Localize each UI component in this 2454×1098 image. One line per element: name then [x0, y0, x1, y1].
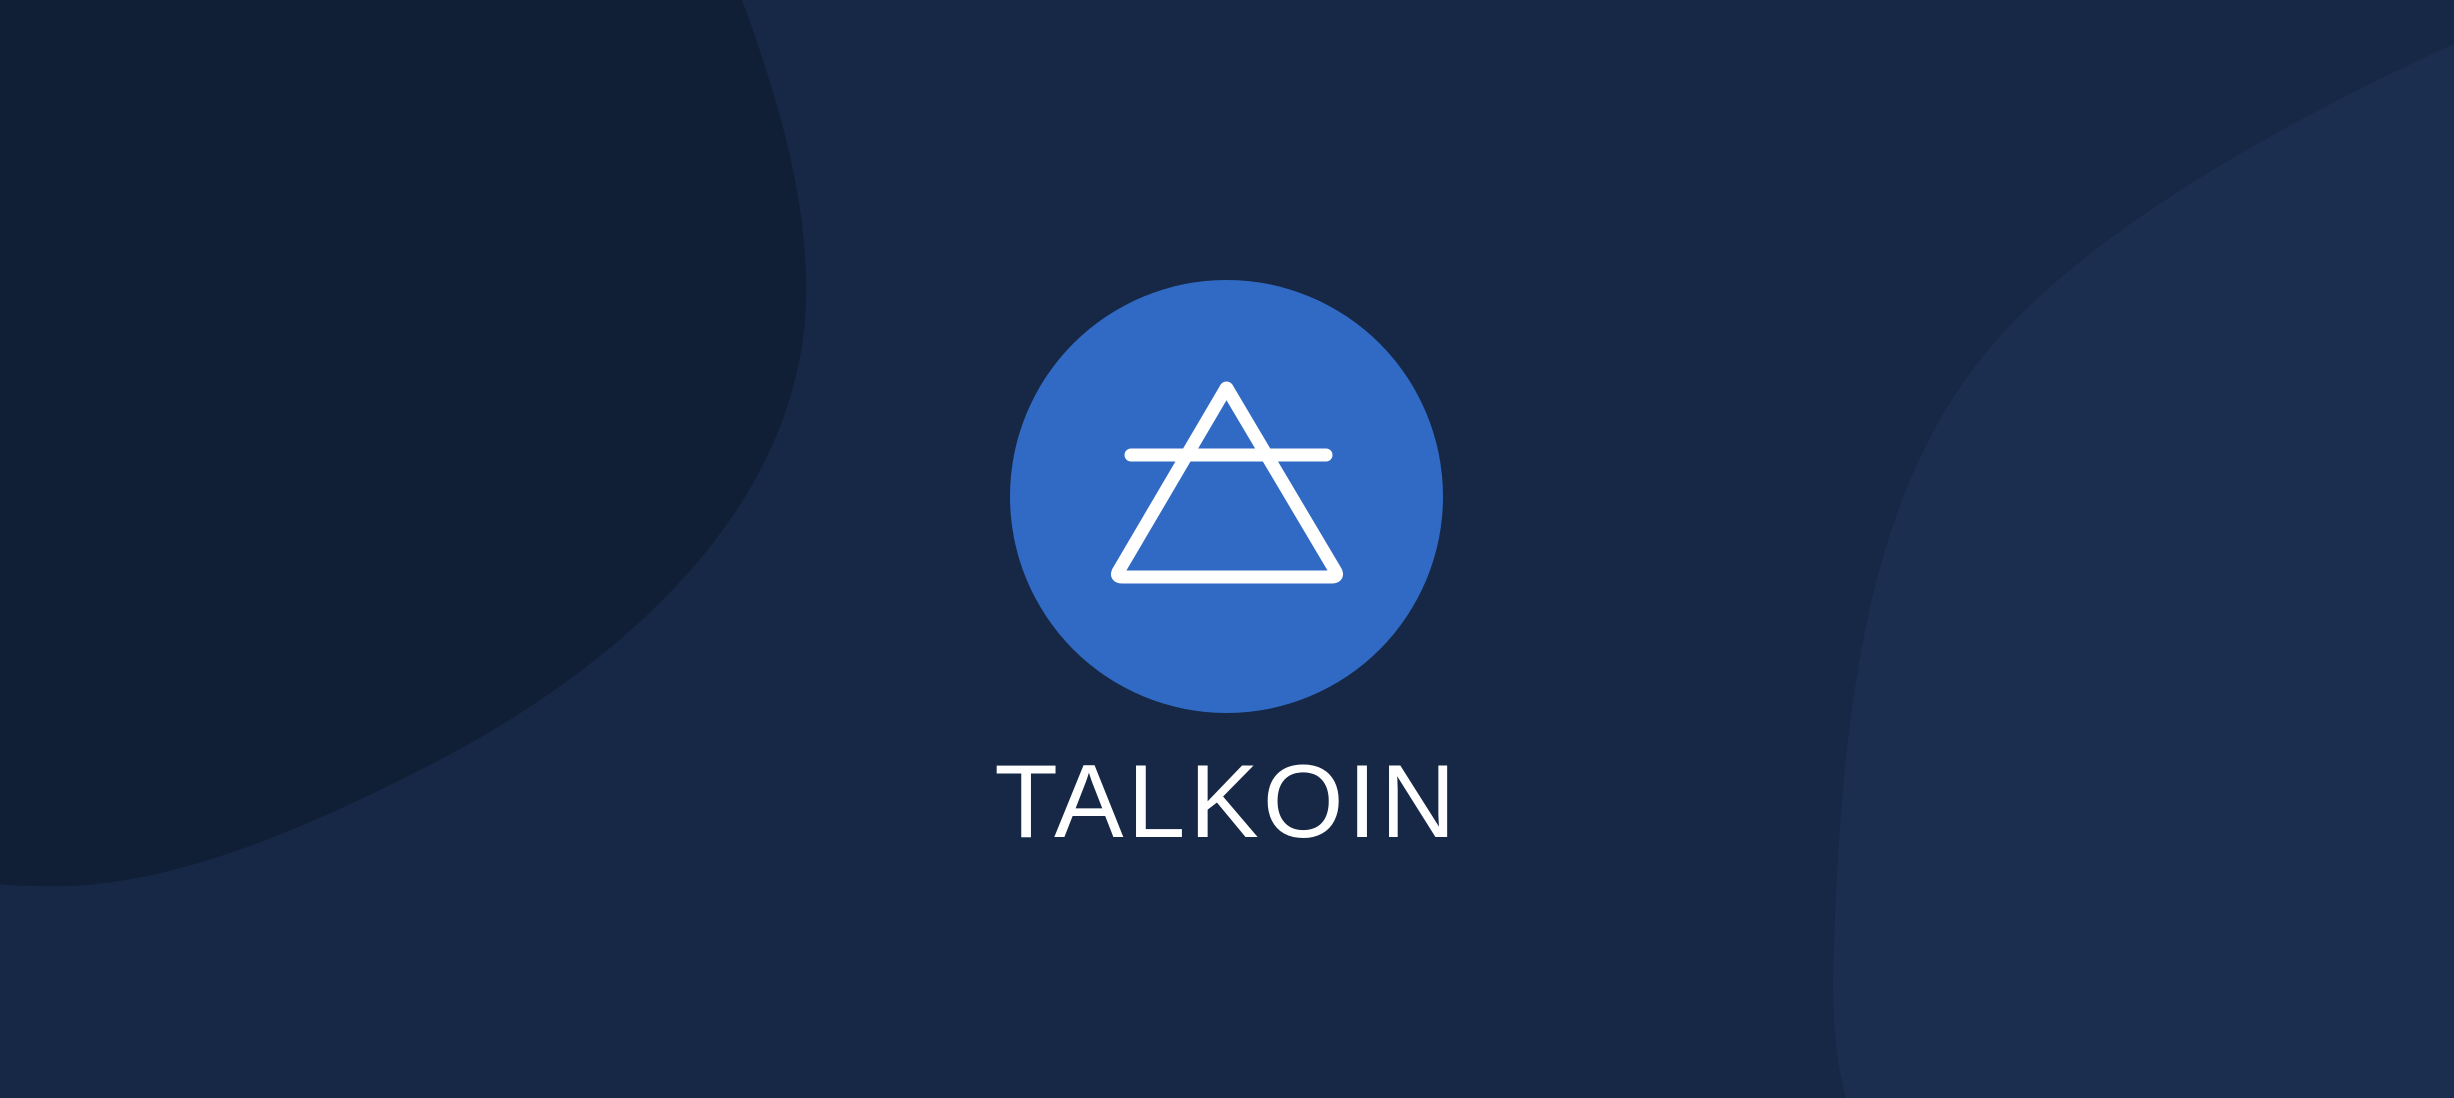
triangle-with-bar-icon [1111, 381, 1343, 584]
brand-name: TALKOIN [994, 744, 1460, 860]
logo-badge [1010, 280, 1443, 713]
background-blob-right [1833, 44, 2454, 1098]
